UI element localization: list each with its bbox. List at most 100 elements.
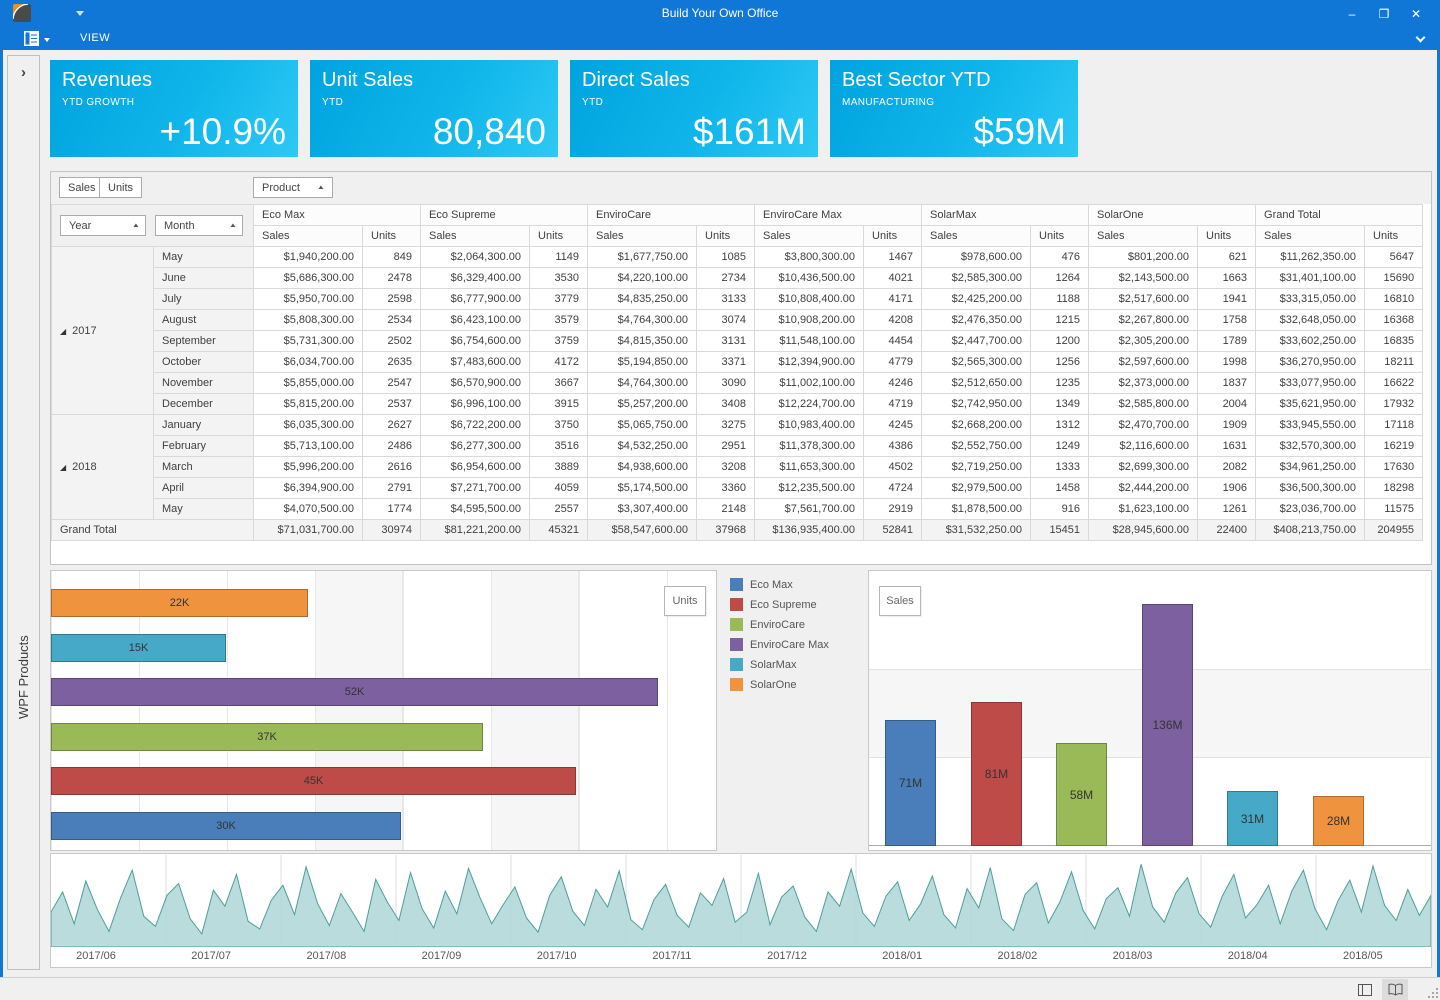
pivot-value-cell: $6,394,900.00 [254, 478, 363, 499]
pivot-value-cell: 3371 [697, 352, 755, 373]
value-column-header[interactable]: Units [1365, 226, 1423, 247]
month-row-header: January [154, 415, 254, 436]
products-side-panel[interactable]: › WPF Products [7, 55, 40, 970]
pivot-value-cell: $2,064,300.00 [421, 247, 530, 268]
sales-bar-eco-max[interactable]: 71M [885, 720, 936, 846]
pivot-value-cell: $5,731,300.00 [254, 331, 363, 352]
timeline-month-label: 2017/07 [177, 950, 245, 962]
year-field-label: Year [69, 220, 91, 232]
kpi-title: Revenues [62, 69, 152, 92]
close-button[interactable]: ✕ [1404, 5, 1428, 22]
units-bar-eco-supreme[interactable]: 45K [51, 767, 576, 795]
grand-total-cell: 30974 [363, 520, 421, 541]
timeline-range-control[interactable]: 2017/062017/072017/082017/092017/102017/… [50, 853, 1432, 968]
value-column-header[interactable]: Units [1198, 226, 1256, 247]
legend-item[interactable]: SolarOne [730, 678, 862, 691]
panel-view-icon[interactable] [1352, 979, 1378, 1000]
year-field-button[interactable]: Year ▲ [60, 215, 146, 236]
month-row-header: December [154, 394, 254, 415]
column-group-header[interactable]: Eco Max [254, 205, 421, 226]
timeline-area-chart [51, 855, 1431, 947]
value-column-header[interactable]: Sales [922, 226, 1031, 247]
pivot-value-cell: $12,235,500.00 [755, 478, 864, 499]
pivot-value-cell: $11,378,300.00 [755, 436, 864, 457]
side-panel-label: WPF Products [8, 56, 39, 969]
column-group-header[interactable]: SolarOne [1089, 205, 1256, 226]
value-column-header[interactable]: Units [864, 226, 922, 247]
units-bar-envirocare[interactable]: 37K [51, 723, 483, 751]
units-bar-solarone[interactable]: 22K [51, 589, 308, 617]
kpi-tile-revenues[interactable]: Revenues YTD GROWTH +10.9% [50, 60, 298, 157]
sales-bar-envirocare[interactable]: 58M [1056, 743, 1107, 846]
sales-measure-button[interactable]: Sales [59, 177, 105, 198]
menu-item-view[interactable]: VIEW [80, 32, 110, 44]
legend-item[interactable]: EnviroCare [730, 618, 862, 631]
value-column-header[interactable]: Sales [755, 226, 864, 247]
year-group-cell[interactable]: ◢2018 [52, 415, 154, 520]
legend-item[interactable]: SolarMax [730, 658, 862, 671]
units-measure-button[interactable]: Units [99, 177, 142, 198]
month-field-button[interactable]: Month ▲ [155, 215, 243, 236]
pivot-value-cell: 3889 [530, 457, 588, 478]
kpi-tile-best-sector[interactable]: Best Sector YTD MANUFACTURING $59M [830, 60, 1078, 157]
legend-item[interactable]: Eco Max [730, 578, 862, 591]
column-group-header[interactable]: Eco Supreme [421, 205, 588, 226]
pivot-value-cell: $2,719,250.00 [922, 457, 1031, 478]
value-column-header[interactable]: Units [530, 226, 588, 247]
kpi-tile-direct-sales[interactable]: Direct Sales YTD $161M [570, 60, 818, 157]
pivot-value-cell: $31,401,100.00 [1256, 268, 1365, 289]
value-column-header[interactable]: Sales [421, 226, 530, 247]
resize-grip[interactable] [1428, 988, 1438, 998]
column-group-header[interactable]: SolarMax [922, 205, 1089, 226]
value-column-header[interactable]: Units [1031, 226, 1089, 247]
pivot-value-cell: $4,938,600.00 [588, 457, 697, 478]
sales-bar-eco-supreme[interactable]: 81M [971, 702, 1022, 846]
units-bar-solarmax[interactable]: 15K [51, 634, 226, 662]
pivot-value-cell: $33,315,050.00 [1256, 289, 1365, 310]
legend-item[interactable]: Eco Supreme [730, 598, 862, 611]
value-column-header[interactable]: Sales [254, 226, 363, 247]
pivot-value-cell: 3131 [697, 331, 755, 352]
collapse-group-icon[interactable]: ◢ [60, 327, 66, 336]
sales-bar-envirocare-max[interactable]: 136M [1142, 604, 1193, 846]
units-chart-button[interactable]: Units [664, 586, 706, 616]
value-column-header[interactable]: Units [363, 226, 421, 247]
legend-item[interactable]: EnviroCare Max [730, 638, 862, 651]
pivot-value-cell: $7,561,700.00 [755, 499, 864, 520]
layout-menu-icon[interactable] [24, 31, 41, 46]
pivot-value-cell: $4,764,300.00 [588, 310, 697, 331]
collapse-group-icon[interactable]: ◢ [60, 463, 66, 472]
column-group-header[interactable]: EnviroCare Max [755, 205, 922, 226]
ribbon-collapse-icon[interactable] [1416, 33, 1426, 43]
value-column-header[interactable]: Sales [588, 226, 697, 247]
pivot-value-cell: $2,116,600.00 [1089, 436, 1198, 457]
pivot-value-cell: 3579 [530, 310, 588, 331]
sales-chart-button[interactable]: Sales [879, 586, 921, 616]
reading-view-icon[interactable] [1382, 979, 1408, 1000]
pivot-value-cell: 3915 [530, 394, 588, 415]
sales-bar-solarmax[interactable]: 31M [1227, 791, 1278, 846]
value-column-header[interactable]: Units [697, 226, 755, 247]
value-column-header[interactable]: Sales [1256, 226, 1365, 247]
pivot-value-cell: 1909 [1198, 415, 1256, 436]
pivot-value-cell: $23,036,700.00 [1256, 499, 1365, 520]
minimize-button[interactable]: – [1340, 5, 1364, 22]
product-field-button[interactable]: Product ▲ [253, 177, 333, 198]
year-group-cell[interactable]: ◢2017 [52, 247, 154, 415]
pivot-value-cell: 3667 [530, 373, 588, 394]
pivot-value-cell: 17932 [1365, 394, 1423, 415]
column-group-header[interactable]: Grand Total [1256, 205, 1423, 226]
units-bar-envirocare-max[interactable]: 52K [51, 678, 658, 706]
units-bar-eco-max[interactable]: 30K [51, 812, 401, 840]
timeline-month-label: 2017/10 [523, 950, 591, 962]
maximize-button[interactable]: ❐ [1372, 5, 1396, 22]
sales-bar-solarone[interactable]: 28M [1313, 796, 1364, 846]
timeline-month-label: 2018/04 [1214, 950, 1282, 962]
layout-menu-dropdown-icon[interactable] [44, 38, 50, 42]
pivot-data-row: April$6,394,900.002791$7,271,700.004059$… [52, 478, 1423, 499]
kpi-tile-unit-sales[interactable]: Unit Sales YTD 80,840 [310, 60, 558, 157]
sales-bar-chart: 71M 81M 58M 136M 31M 28M Sales [868, 570, 1432, 851]
pivot-value-cell: $1,940,200.00 [254, 247, 363, 268]
column-group-header[interactable]: EnviroCare [588, 205, 755, 226]
value-column-header[interactable]: Sales [1089, 226, 1198, 247]
